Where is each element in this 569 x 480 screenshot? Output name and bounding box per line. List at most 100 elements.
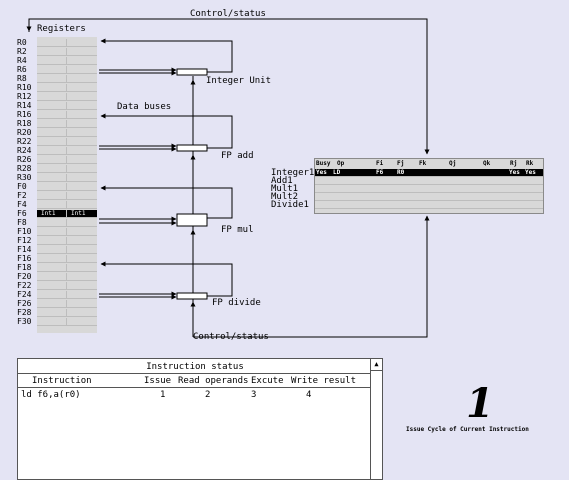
issue-cycle: 1 (160, 390, 166, 400)
register-label-r30: R30 (17, 173, 32, 182)
register-label-r0: R0 (17, 38, 27, 47)
register-label-f20: F20 (17, 272, 32, 281)
register-cell-divider (37, 129, 67, 136)
integer-unit-label: Integer Unit (206, 76, 272, 86)
register-label-r8: R8 (17, 74, 27, 83)
register-cell-divider (37, 246, 67, 253)
register-row-f18 (37, 264, 97, 272)
register-row-r28 (37, 165, 97, 173)
register-row-f10 (37, 228, 97, 236)
register-label-r22: R22 (17, 137, 32, 146)
register-cell-divider (37, 228, 67, 235)
register-cell-divider (37, 39, 67, 46)
col-excute: Excute (251, 376, 284, 386)
register-cell-divider (37, 318, 67, 325)
register-cell-divider (37, 84, 67, 91)
register-row-r4 (37, 57, 97, 65)
register-f6-right-cell: Int1 (71, 210, 86, 217)
register-row-f16 (37, 255, 97, 263)
col-read-operands: Read operands (178, 376, 249, 386)
fu-row-mult2 (315, 193, 543, 201)
register-row-f28 (37, 309, 97, 317)
fu-cell-fj: R0 (397, 169, 405, 176)
register-row-r0 (37, 39, 97, 47)
fu-header-qj: Qj (449, 160, 457, 167)
register-row-r14 (37, 102, 97, 110)
fu-row-add1 (315, 177, 543, 185)
register-label-r10: R10 (17, 83, 32, 92)
register-label-f22: F22 (17, 281, 32, 290)
register-cell-divider (37, 219, 67, 226)
register-cell-divider (37, 309, 67, 316)
fp-mul-label: FP mul (221, 225, 254, 235)
register-cell-divider (37, 93, 67, 100)
col-instruction: Instruction (32, 376, 92, 386)
register-label-f2: F2 (17, 191, 27, 200)
register-row-r20 (37, 129, 97, 137)
register-cell-divider (37, 102, 67, 109)
register-row-r6 (37, 66, 97, 74)
fu-cell-op: LD (333, 169, 341, 176)
fu-row-integer1: Yes LD F6 R0 Yes Yes (315, 169, 543, 177)
fu-header-busy: Busy (316, 160, 331, 167)
fu-header-rj: Rj (510, 160, 518, 167)
register-label-r16: R16 (17, 110, 32, 119)
register-cell-divider (37, 156, 67, 163)
fp-add-label: FP add (221, 151, 254, 161)
register-cell-divider (37, 138, 67, 145)
data-buses-label: Data buses (117, 102, 172, 112)
register-cell-divider (37, 264, 67, 271)
register-label-r18: R18 (17, 119, 32, 128)
register-cell-divider (37, 255, 67, 262)
register-row-r12 (37, 93, 97, 101)
register-row-f24 (37, 291, 97, 299)
register-cell-divider (37, 291, 67, 298)
register-row-f30 (37, 318, 97, 326)
register-cell-divider (37, 300, 67, 307)
scroll-up-arrow-icon[interactable]: ▲ (371, 359, 382, 371)
register-row-f12 (37, 237, 97, 245)
fu-cell-rk: Yes (525, 169, 536, 176)
register-label-f12: F12 (17, 236, 32, 245)
register-label-f28: F28 (17, 308, 32, 317)
register-cell-divider (37, 273, 67, 280)
functional-unit-status-table: Busy Op Fi Fj Fk Qj Qk Rj Rk Yes LD F6 R… (314, 158, 544, 214)
fu-row-mult1 (315, 185, 543, 193)
register-row-f0 (37, 183, 97, 191)
register-label-f26: F26 (17, 299, 32, 308)
instruction-status-header-divider (18, 387, 372, 388)
registers-label: Registers (37, 24, 86, 34)
register-label-r14: R14 (17, 101, 32, 110)
register-label-r2: R2 (17, 47, 27, 56)
fu-name-divide1: Divide1 (271, 200, 309, 210)
register-row-f20 (37, 273, 97, 281)
fu-header-fk: Fk (419, 160, 427, 167)
fu-cell-busy: Yes (316, 169, 327, 176)
fu-header-fj: Fj (397, 160, 405, 167)
vertical-scrollbar[interactable]: ▲ (370, 359, 382, 479)
col-issue: Issue (144, 376, 172, 386)
register-label-r4: R4 (17, 56, 27, 65)
register-row-f22 (37, 282, 97, 290)
register-label-f4: F4 (17, 200, 27, 209)
register-cell-divider (37, 120, 67, 127)
register-row-r16 (37, 111, 97, 119)
register-cell-divider (37, 48, 67, 55)
register-cell-divider (37, 237, 67, 244)
register-label-f10: F10 (17, 227, 32, 236)
register-label-r26: R26 (17, 155, 32, 164)
register-cell-divider (37, 282, 67, 289)
register-row-f8 (37, 219, 97, 227)
register-cell-divider (37, 75, 67, 82)
register-row-f6: Int1 Int1 (37, 210, 97, 218)
register-cell-divider (37, 201, 67, 208)
write-cycle: 4 (306, 390, 312, 400)
register-label-r20: R20 (17, 128, 32, 137)
register-cell-divider (37, 165, 67, 172)
register-label-r28: R28 (17, 164, 32, 173)
instruction-status-title: Instruction status (146, 362, 244, 372)
register-cell-divider (37, 174, 67, 181)
register-row-f14 (37, 246, 97, 254)
current-cycle-caption: Issue Cycle of Current Instruction (406, 426, 529, 433)
register-row-r30 (37, 174, 97, 182)
